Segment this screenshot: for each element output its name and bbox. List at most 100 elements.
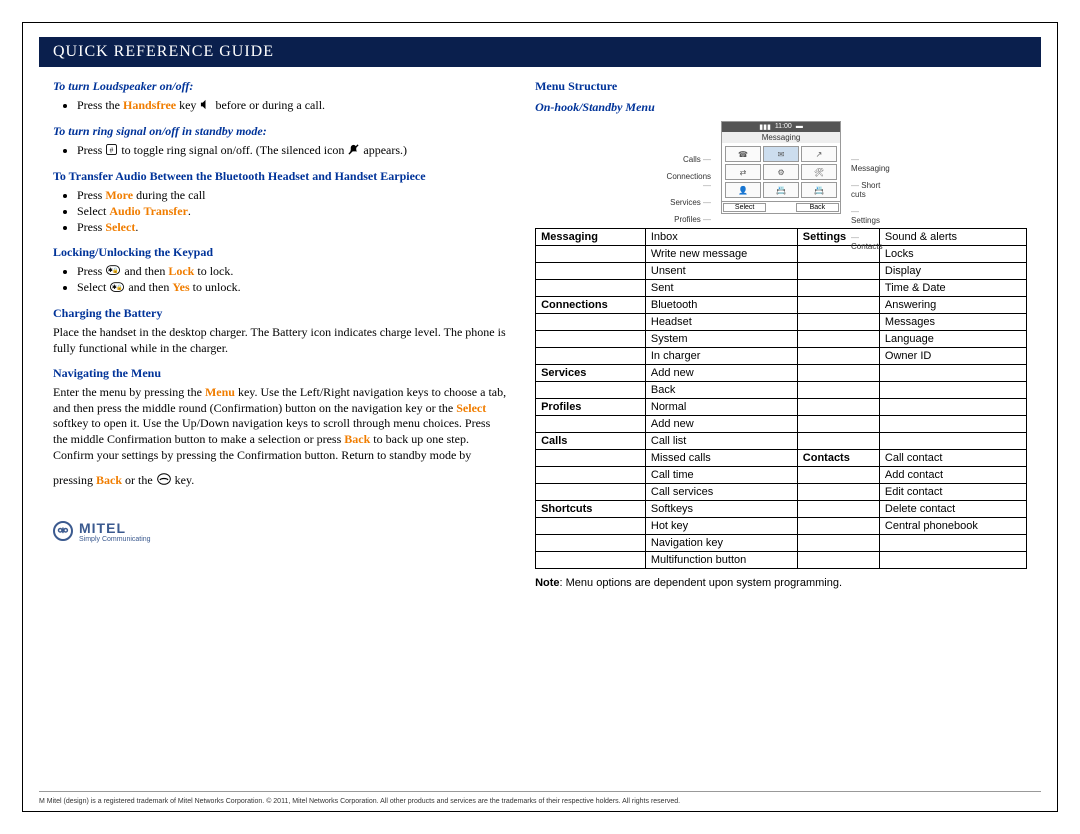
table-cell: Headset <box>645 314 797 331</box>
legal-text: M Mitel (design) is a registered tradema… <box>39 798 1041 805</box>
table-cell <box>797 399 879 416</box>
table-cell <box>797 280 879 297</box>
table-cell: Write new message <box>645 246 797 263</box>
table-row: CallsCall list <box>536 433 1027 450</box>
paragraph: pressing Back or the key. <box>53 473 507 490</box>
table-cell: Unsent <box>645 263 797 280</box>
table-cell <box>536 280 646 297</box>
table-cell: Navigation key <box>645 535 797 552</box>
table-cell <box>536 416 646 433</box>
footer: M Mitel (design) is a registered tradema… <box>39 791 1041 805</box>
table-cell: Delete contact <box>879 501 1026 518</box>
table-row: Write new messageLocks <box>536 246 1027 263</box>
table-cell <box>536 535 646 552</box>
table-cell <box>536 263 646 280</box>
table-cell <box>879 535 1026 552</box>
phone-labels-right: Messaging Short cuts Settings Contacts <box>841 155 890 251</box>
table-cell <box>797 416 879 433</box>
table-cell: Call contact <box>879 450 1026 467</box>
hash-key-icon: # <box>106 144 117 159</box>
heading-ring-signal: To turn ring signal on/off in standby mo… <box>53 124 507 139</box>
table-cell: Back <box>645 382 797 399</box>
battery-icon: ▬ <box>796 123 803 131</box>
table-cell: Bluetooth <box>645 297 797 314</box>
softkey-select: Select <box>723 203 766 212</box>
table-cell: Messages <box>879 314 1026 331</box>
speaker-icon <box>200 99 211 114</box>
table-cell <box>879 433 1026 450</box>
table-row: Back <box>536 382 1027 399</box>
table-row: ProfilesNormal <box>536 399 1027 416</box>
list-item: Press # to toggle ring signal on/off. (T… <box>77 143 507 159</box>
table-cell <box>797 348 879 365</box>
table-cell <box>536 518 646 535</box>
table-cell: Central phonebook <box>879 518 1026 535</box>
table-row: Headset Messages <box>536 314 1027 331</box>
table-cell: Sound & alerts <box>879 229 1026 246</box>
logo-mark-icon: ⚮ <box>53 521 73 541</box>
phone-screen-title: Messaging <box>722 132 840 143</box>
page: QUICK REFERENCE GUIDE To turn Loudspeake… <box>22 22 1058 812</box>
table-cell: Multifunction button <box>645 552 797 569</box>
list-item: Select Audio Transfer. <box>77 204 507 219</box>
list-item: Press the Handsfree key before or during… <box>77 98 507 114</box>
table-cell: Messaging <box>536 229 646 246</box>
table-cell <box>797 365 879 382</box>
table-cell: Answering <box>879 297 1026 314</box>
menu-cell-icon: ↗ <box>801 146 837 162</box>
table-cell <box>536 552 646 569</box>
table-cell: Add new <box>645 365 797 382</box>
table-cell: Add contact <box>879 467 1026 484</box>
columns: To turn Loudspeaker on/off: Press the Ha… <box>23 79 1057 589</box>
table-cell <box>797 331 879 348</box>
table-cell <box>879 365 1026 382</box>
table-row: SentTime & Date <box>536 280 1027 297</box>
mitel-logo: ⚮ MITEL Simply Communicating <box>53 520 507 543</box>
table-cell: Calls <box>536 433 646 450</box>
table-cell: Hot key <box>645 518 797 535</box>
heading-loudspeaker: To turn Loudspeaker on/off: <box>53 79 507 94</box>
table-cell <box>879 382 1026 399</box>
svg-text:🔒: 🔒 <box>117 284 124 291</box>
table-cell: Call time <box>645 467 797 484</box>
table-cell <box>797 433 879 450</box>
svg-text:🔒: 🔒 <box>113 267 120 274</box>
table-cell: Profiles <box>536 399 646 416</box>
table-cell <box>536 484 646 501</box>
table-cell: Call list <box>645 433 797 450</box>
table-row: ConnectionsBluetooth Answering <box>536 297 1027 314</box>
star-key-icon: ✱🔒 <box>110 281 124 296</box>
heading-navigating: Navigating the Menu <box>53 366 507 381</box>
table-cell: Shortcuts <box>536 501 646 518</box>
table-row: Call servicesEdit contact <box>536 484 1027 501</box>
heading-standby-menu: On-hook/Standby Menu <box>535 100 1027 115</box>
menu-cell-icon: ✉ <box>763 146 799 162</box>
table-cell <box>797 314 879 331</box>
table-cell: Call services <box>645 484 797 501</box>
note: Note: Menu options are dependent upon sy… <box>535 577 1027 589</box>
paragraph: Place the handset in the desktop charger… <box>53 325 507 356</box>
table-cell <box>879 416 1026 433</box>
heading-menu-structure: Menu Structure <box>535 79 1027 94</box>
table-cell <box>879 399 1026 416</box>
onhook-key-icon <box>157 473 171 490</box>
menu-cell-icon: 👤 <box>725 182 761 198</box>
table-cell: Connections <box>536 297 646 314</box>
table-cell: Display <box>879 263 1026 280</box>
table-cell <box>536 348 646 365</box>
table-row: Missed callsContactsCall contact <box>536 450 1027 467</box>
table-cell <box>797 484 879 501</box>
table-row: Hot key Central phonebook <box>536 518 1027 535</box>
table-row: Unsent Display <box>536 263 1027 280</box>
table-cell <box>797 518 879 535</box>
menu-cell-icon: 📇 <box>763 182 799 198</box>
svg-text:#: # <box>110 145 114 154</box>
heading-bluetooth-transfer: To Transfer Audio Between the Bluetooth … <box>53 169 507 184</box>
table-cell: Language <box>879 331 1026 348</box>
phone-labels-left: Calls Connections Services Profiles <box>667 155 721 224</box>
logo-tagline: Simply Communicating <box>79 536 151 543</box>
table-cell: Owner ID <box>879 348 1026 365</box>
list-item: Press ✱🔒 and then Lock to lock. <box>77 264 507 280</box>
table-row: Navigation key <box>536 535 1027 552</box>
star-key-icon: ✱🔒 <box>106 264 120 279</box>
